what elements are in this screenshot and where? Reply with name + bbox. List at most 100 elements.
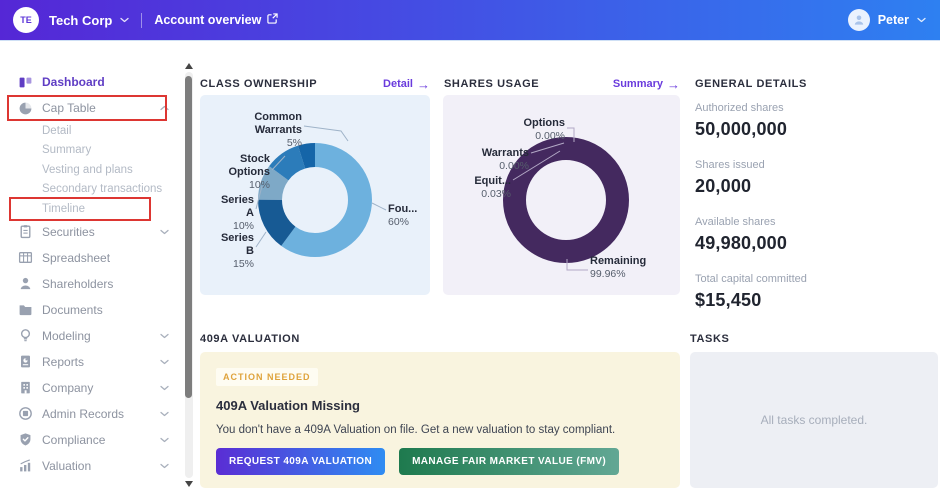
chevron-down-icon — [160, 463, 169, 469]
sidebar-item-label: Spreadsheet — [42, 251, 110, 265]
stat-label: Available shares — [695, 216, 938, 228]
chart-callout-remaining: Remaining99.96% — [590, 255, 646, 281]
org-avatar[interactable]: TE — [13, 7, 39, 33]
class-ownership-detail-link[interactable]: Detail → — [383, 78, 430, 90]
admin-records-icon — [18, 406, 33, 421]
content-scrollbar[interactable] — [183, 41, 194, 491]
sidebar-nav: Dashboard Cap Table Detail Summary Vesting a… — [0, 69, 183, 479]
chart-callout-series-b: SeriesB15% — [221, 232, 254, 271]
sidebar-item-admin-records[interactable]: Admin Records — [0, 401, 183, 427]
sidebar-subitem-label: Detail — [42, 125, 71, 137]
org-switcher[interactable]: Tech Corp — [49, 13, 129, 28]
shares-usage-card: Options0.00% Warrants0.00%Equit...0.03% Re… — [443, 95, 680, 295]
callout-leader-line — [304, 126, 348, 141]
manage-fmv-button[interactable]: MANAGE FAIR MARKET VALUE (FMV) — [399, 448, 619, 475]
account-overview-label: Account overview — [154, 13, 261, 27]
valuation-icon — [18, 458, 33, 473]
sidebar-item-label: Modeling — [42, 329, 91, 343]
sidebar-item-label: Securities — [42, 225, 95, 239]
scrollbar-track[interactable] — [185, 72, 193, 478]
sidebar-item-valuation[interactable]: Valuation — [0, 453, 183, 479]
sidebar-item-label: Shareholders — [42, 277, 113, 291]
stat-value: 49,980,000 — [695, 233, 938, 254]
valuation-actions: REQUEST 409A VALUATION MANAGE FAIR MARKE… — [216, 448, 664, 475]
shares-usage-header: SHARES USAGE — [444, 78, 539, 90]
stat-available-shares: Available shares 49,980,000 — [695, 216, 938, 254]
topbar: TE Tech Corp Account overview Peter — [0, 0, 940, 41]
sidebar-item-label: Dashboard — [42, 75, 105, 89]
shares-usage-summary-link[interactable]: Summary → — [613, 78, 680, 90]
sidebar-subitem-timeline[interactable]: Timeline — [0, 199, 183, 219]
scroll-up-arrow[interactable] — [185, 63, 193, 69]
user-menu[interactable]: Peter — [848, 9, 926, 31]
sidebar-subitem-label: Secondary transactions — [42, 183, 162, 195]
sidebar-item-spreadsheet[interactable]: Spreadsheet — [0, 245, 183, 271]
summary-link-label: Summary — [613, 78, 663, 90]
arrow-right-icon: → — [667, 79, 680, 90]
class-ownership-header: CLASS OWNERSHIP — [200, 78, 317, 90]
sidebar-item-label: Compliance — [42, 433, 105, 447]
reports-icon — [18, 354, 33, 369]
sidebar-item-dashboard[interactable]: Dashboard — [0, 69, 183, 95]
sidebar-item-label: Valuation — [42, 459, 91, 473]
sidebar-subitem-label: Timeline — [42, 203, 85, 215]
stat-label: Total capital committed — [695, 273, 938, 285]
stat-value: 20,000 — [695, 176, 938, 197]
sidebar-subitem-vesting-and-plans[interactable]: Vesting and plans — [0, 160, 183, 180]
scrollbar-thumb[interactable] — [185, 76, 192, 398]
class-ownership-card: CommonWarrants5%StockOptions10%SeriesA10… — [200, 95, 430, 295]
sidebar-item-label: Reports — [42, 355, 84, 369]
chart-callout-options: Options0.00% — [523, 117, 565, 143]
sidebar-item-compliance[interactable]: Compliance — [0, 427, 183, 453]
sidebar: Dashboard Cap Table Detail Summary Vesting a… — [0, 41, 183, 491]
valuation-409a-header: 409A VALUATION — [200, 333, 300, 345]
sidebar-subitem-label: Summary — [42, 144, 91, 156]
chevron-down-icon — [160, 229, 169, 235]
sidebar-item-company[interactable]: Company — [0, 375, 183, 401]
tasks-empty-text: All tasks completed. — [761, 413, 868, 427]
sidebar-item-cap-table[interactable]: Cap Table — [0, 95, 183, 121]
chart-callout-series-a: SeriesA10% — [221, 194, 254, 233]
sidebar-item-label: Admin Records — [42, 407, 124, 421]
chevron-down-icon — [160, 385, 169, 391]
general-details-header: GENERAL DETAILS — [695, 78, 807, 90]
chevron-up-icon — [160, 105, 169, 111]
stat-shares-issued: Shares issued 20,000 — [695, 159, 938, 197]
callout-leader-line — [372, 203, 386, 210]
sidebar-subitem-label: Vesting and plans — [42, 164, 133, 176]
sidebar-item-modeling[interactable]: Modeling — [0, 323, 183, 349]
stat-value: 50,000,000 — [695, 119, 938, 140]
chart-callout-fou: Fou...60% — [388, 203, 417, 229]
chevron-down-icon — [160, 437, 169, 443]
arrow-right-icon: → — [417, 79, 430, 90]
valuation-missing-body: You don't have a 409A Valuation on file.… — [216, 424, 664, 436]
donut-segment-remaining — [515, 149, 618, 252]
chart-callout-equit: Equit...0.03% — [474, 175, 511, 201]
chart-callout-warrants: Warrants0.00% — [482, 147, 529, 173]
sidebar-subitem-summary[interactable]: Summary — [0, 141, 183, 161]
sidebar-subitem-detail[interactable]: Detail — [0, 121, 183, 141]
stat-value: $15,450 — [695, 290, 938, 311]
modeling-icon — [18, 328, 33, 343]
sidebar-item-label: Cap Table — [42, 101, 96, 115]
dashboard-screen: TE Tech Corp Account overview Peter Dash… — [0, 0, 940, 491]
tasks-header: TASKS — [690, 333, 729, 345]
company-icon — [18, 380, 33, 395]
callout-leader-line — [256, 232, 266, 247]
sidebar-subitem-secondary-transactions[interactable]: Secondary transactions — [0, 180, 183, 200]
chevron-down-icon — [917, 17, 926, 23]
request-409a-valuation-button[interactable]: REQUEST 409A VALUATION — [216, 448, 385, 475]
sidebar-item-documents[interactable]: Documents — [0, 297, 183, 323]
valuation-missing-title: 409A Valuation Missing — [216, 398, 664, 413]
sidebar-item-securities[interactable]: Securities — [0, 219, 183, 245]
documents-icon — [18, 302, 33, 317]
sidebar-item-label: Documents — [42, 303, 103, 317]
account-overview-link[interactable]: Account overview — [154, 13, 278, 27]
detail-link-label: Detail — [383, 78, 413, 90]
valuation-409a-card: ACTION NEEDED 409A Valuation Missing You… — [200, 352, 680, 488]
sidebar-item-shareholders[interactable]: Shareholders — [0, 271, 183, 297]
user-avatar-icon — [848, 9, 870, 31]
scroll-down-arrow[interactable] — [185, 481, 193, 487]
external-link-icon — [267, 13, 278, 27]
sidebar-item-reports[interactable]: Reports — [0, 349, 183, 375]
